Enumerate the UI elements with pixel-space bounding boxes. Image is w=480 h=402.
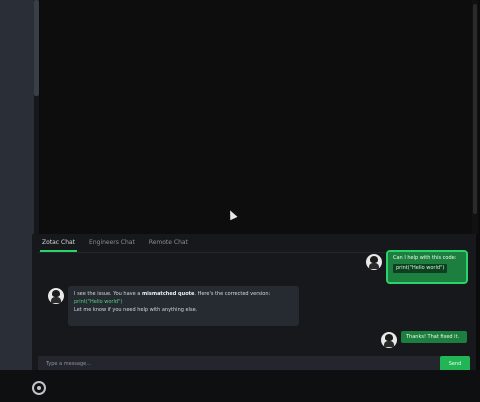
user-message-code: print("Hello world"): [393, 264, 448, 273]
user-message-bubble[interactable]: Thanks! That fixed it.: [401, 331, 467, 343]
tab-engineers-chat[interactable]: Engineers Chat: [87, 236, 137, 252]
main-canvas: [40, 0, 475, 235]
main-scrollbar[interactable]: [472, 0, 478, 234]
left-scrollbar-thumb[interactable]: [34, 0, 39, 96]
user-avatar: [366, 254, 382, 270]
user-avatar: [381, 332, 397, 348]
user-message-text: Thanks! That fixed it.: [406, 334, 460, 340]
assistant-text-before: I see the issue. You have a: [74, 291, 142, 297]
tab-zotac-chat[interactable]: Zotac Chat: [40, 236, 78, 252]
assistant-message-code: print("Hello world"): [74, 299, 123, 305]
left-sidebar: [0, 0, 34, 370]
assistant-message-bubble: I see the issue. You have a mismatched q…: [68, 286, 299, 326]
assistant-text-bold: mismatched quote: [141, 291, 195, 297]
assistant-text-after: . Here's the corrected version:: [194, 291, 271, 297]
bottom-bar: [0, 370, 480, 402]
user-message-text: Can I help with this code:: [393, 255, 457, 261]
user-message-bubble[interactable]: Can I help with this code: print("Hello …: [386, 250, 468, 284]
main-scrollbar-thumb[interactable]: [473, 4, 477, 214]
settings-icon[interactable]: [32, 381, 46, 395]
assistant-message-line: I see the issue. You have a mismatched q…: [74, 290, 293, 298]
chat-tabs: Zotac Chat Engineers Chat Remote Chat: [40, 236, 190, 252]
tab-remote-chat[interactable]: Remote Chat: [147, 236, 190, 252]
assistant-avatar: [48, 288, 64, 304]
assistant-message-footer: Let me know if you need help with anythi…: [74, 307, 198, 313]
